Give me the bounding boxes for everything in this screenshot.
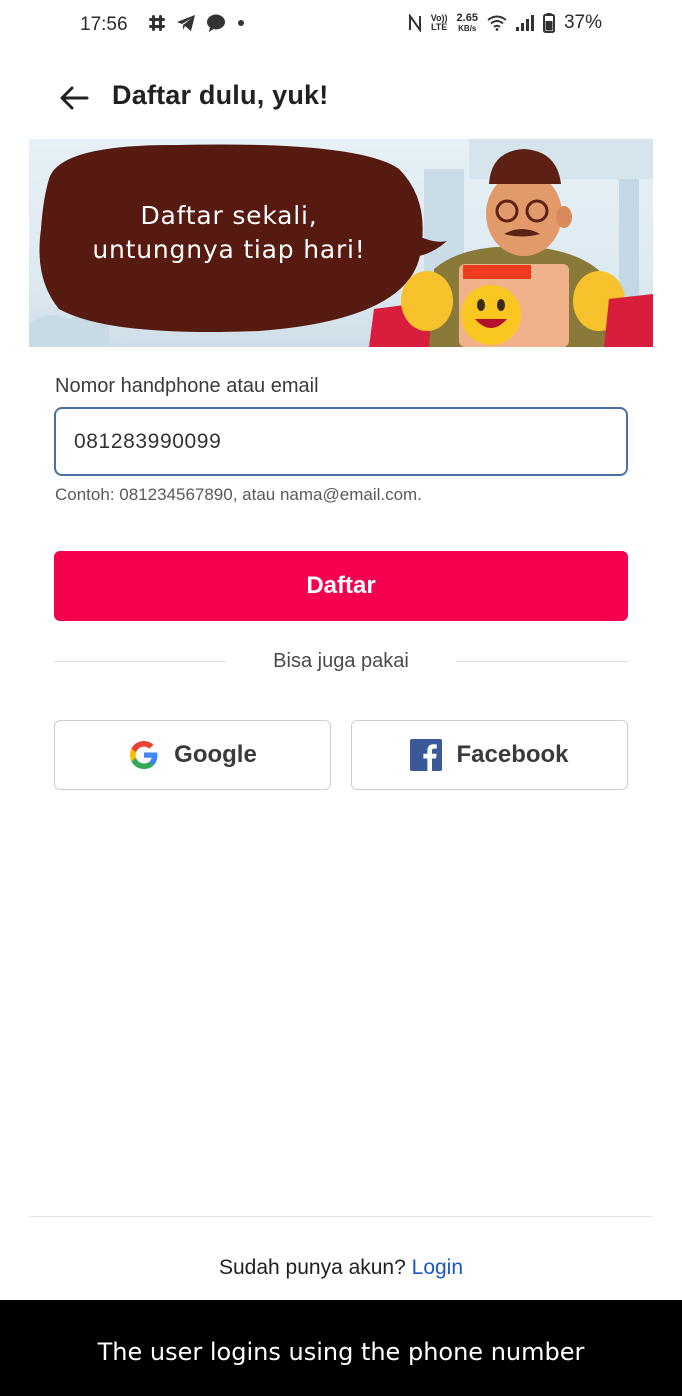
alternative-divider: Bisa juga pakai <box>54 648 628 676</box>
page-title: Daftar dulu, yuk! <box>112 80 329 110</box>
dot-icon <box>238 20 244 26</box>
login-prompt: Sudah punya akun? Login <box>0 1256 682 1280</box>
input-hint: Contoh: 081234567890, atau nama@email.co… <box>55 485 422 504</box>
login-prompt-text: Sudah punya akun? <box>218 1256 406 1279</box>
divider-line-right <box>456 661 628 662</box>
google-login-button[interactable]: Google <box>54 720 331 790</box>
promo-banner: Daftar sekali, untungnya tiap hari! <box>29 139 653 347</box>
back-button[interactable] <box>56 80 92 116</box>
status-bar: 17:56 Vo)) LTE 2.65 KB/s 37% <box>0 0 682 52</box>
signal-icon <box>515 15 534 31</box>
phone-email-label: Nomor handphone atau email <box>55 375 319 397</box>
app-header: Daftar dulu, yuk! <box>0 70 682 126</box>
google-label: Google <box>174 741 257 768</box>
banner-line-2: untungnya tiap hari! <box>92 235 366 264</box>
network-lte: LTE <box>430 22 448 32</box>
nfc-icon <box>408 14 421 32</box>
google-icon <box>130 741 158 769</box>
network-type: Vo)) LTE <box>431 14 448 32</box>
banner-line-1: Daftar sekali, <box>140 201 318 230</box>
facebook-login-button[interactable]: Facebook <box>351 720 628 790</box>
battery-icon <box>542 13 555 33</box>
footer-divider <box>29 1216 653 1217</box>
telegram-icon <box>177 15 195 31</box>
network-speed: 2.65 KB/s <box>456 12 478 34</box>
banner-text: Daftar sekali, untungnya tiap hari! <box>89 199 369 267</box>
status-time: 17:56 <box>80 14 128 35</box>
notification-icons <box>148 13 246 33</box>
wifi-icon <box>487 15 507 31</box>
chat-bubble-icon <box>207 14 225 32</box>
battery-percent: 37% <box>563 12 602 33</box>
caption-text: The user logins using the phone number <box>97 1338 585 1366</box>
slack-icon <box>149 15 165 31</box>
speed-unit: KB/s <box>458 24 477 33</box>
system-icons: Vo)) LTE 2.65 KB/s 37% <box>408 12 602 34</box>
login-link[interactable]: Login <box>412 1256 463 1279</box>
facebook-label: Facebook <box>456 741 569 768</box>
caption-bar: The user logins using the phone number <box>0 1300 682 1396</box>
phone-email-input[interactable] <box>54 407 628 476</box>
back-arrow-icon <box>60 86 89 110</box>
facebook-icon <box>410 739 443 771</box>
register-button[interactable]: Daftar <box>54 551 628 621</box>
speed-value: 2.65 <box>456 12 478 24</box>
